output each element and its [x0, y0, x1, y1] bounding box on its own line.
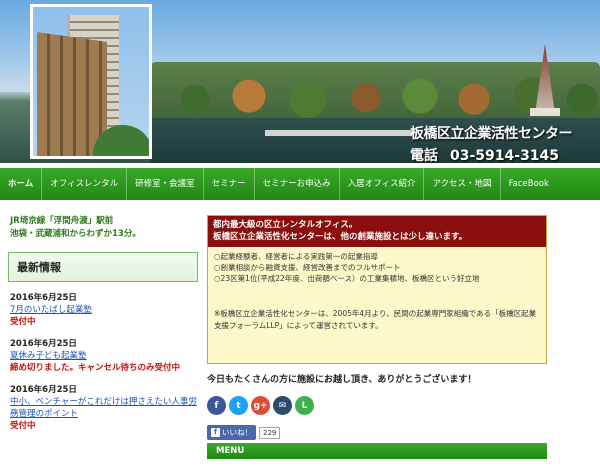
like-label: いいね！: [222, 428, 252, 437]
googleplus-share-icon[interactable]: g+: [251, 396, 270, 415]
notice-header-line: 都内最大級の区立レンタルオフィス。: [213, 220, 358, 230]
share-icons: f t g+ ✉ L: [207, 396, 547, 415]
notice-point: ○起業経験者、経営者による実践第一の起業指導: [214, 252, 378, 261]
banner-pier: [265, 130, 415, 136]
notice-point: ○23区第1位(平成22年度、出荷額ベース）の工業集積地、板橋区という好立地: [214, 274, 480, 283]
email-share-icon[interactable]: ✉: [273, 396, 292, 415]
banner-tower-base: [530, 108, 560, 116]
facebook-icon: f: [211, 428, 220, 437]
news-link[interactable]: 7月のいたばし起業塾: [10, 304, 198, 316]
twitter-share-icon[interactable]: t: [229, 396, 248, 415]
news-item: 2016年6月25日 夏休み子ども起業塾 締め切りました。キャンセル待ちのみ受付…: [8, 338, 198, 374]
nav-access-map[interactable]: アクセス・地図: [424, 168, 501, 200]
news-date: 2016年6月25日: [10, 293, 77, 303]
news-item: 2016年6月25日 中小、ベンチャーがこれだけは押さえたい人事労務管理のポイン…: [8, 384, 198, 432]
notice-note: ※板橋区立企業活性化センターは、2005年4月より、民間の起業専門家組織である「…: [214, 309, 537, 330]
line-share-icon[interactable]: L: [295, 396, 314, 415]
phone-label: 電話: [410, 148, 438, 163]
nav-seminar-apply[interactable]: セミナーお申込み: [255, 168, 340, 200]
news-link[interactable]: 中小、ベンチャーがこれだけは押さえたい人事労務管理のポイント: [10, 396, 198, 420]
notice-header: 都内最大級の区立レンタルオフィス。 板橋区立企業活性化センターは、他の創業施設と…: [208, 216, 546, 247]
nav-facebook[interactable]: FaceBook: [501, 168, 557, 200]
site-name: 板橋区立企業活性センター: [410, 126, 573, 142]
news-heading: 最新情報: [17, 261, 61, 274]
news-item: 2016年6月25日 7月のいたばし起業塾 受付中: [8, 292, 198, 328]
news-status: 受付中: [10, 317, 36, 327]
facebook-share-icon[interactable]: f: [207, 396, 226, 415]
nav-office-rental[interactable]: オフィスレンタル: [42, 168, 128, 200]
facebook-like: f いいね！ 229: [207, 425, 547, 440]
news-status: 締め切りました。キャンセル待ちのみ受付中: [10, 363, 181, 373]
phone-number: 03-5914-3145: [450, 148, 560, 163]
news-date: 2016年6月25日: [10, 339, 77, 349]
intro-notice-box: 都内最大級の区立レンタルオフィス。 板橋区立企業活性化センターは、他の創業施設と…: [207, 215, 547, 364]
building-photo: [30, 4, 152, 159]
nav-seminar[interactable]: セミナー: [204, 168, 255, 200]
access-line: JR埼京線「浮間舟渡」駅前: [10, 216, 114, 226]
notice-points: ○起業経験者、経営者による実践第一の起業指導 ○創業相談から融資支援、経営改善ま…: [208, 247, 546, 288]
main-content: 都内最大級の区立レンタルオフィス。 板橋区立企業活性化センターは、他の創業施設と…: [207, 215, 547, 459]
news-link[interactable]: 夏休み子ども起業塾: [10, 350, 198, 362]
main-nav: ホーム オフィスレンタル 研修室・会議室 セミナー セミナーお申込み 入居オフィ…: [0, 168, 600, 200]
nav-meeting-rooms[interactable]: 研修室・会議室: [127, 168, 204, 200]
news-heading-box: 最新情報: [8, 252, 198, 282]
access-line: 池袋・武蔵浦和からわずか13分。: [10, 229, 141, 239]
menu-heading: MENU: [207, 443, 547, 459]
phone-line: 電話 03-5914-3145: [410, 145, 572, 163]
thanks-message: 今日もたくさんの方に施設にお越し頂き、ありがとうございます！: [207, 375, 477, 385]
notice-point: ○創業相談から融資支援、経営改善までのフルサポート: [214, 263, 401, 272]
news-date: 2016年6月25日: [10, 385, 77, 395]
news-status: 受付中: [10, 421, 36, 431]
notice-header-line: 板橋区立企業活性化センターは、他の創業施設とは少し違います。: [213, 232, 468, 242]
nav-home[interactable]: ホーム: [0, 168, 43, 200]
nav-tenants[interactable]: 入居オフィス紹介: [340, 168, 425, 200]
like-button[interactable]: f いいね！: [207, 425, 256, 440]
header-title-block: 板橋区立企業活性センター 電話 03-5914-3145: [410, 123, 573, 163]
like-count: 229: [259, 426, 281, 439]
access-info: JR埼京線「浮間舟渡」駅前 池袋・武蔵浦和からわずか13分。: [8, 215, 198, 241]
sidebar: JR埼京線「浮間舟渡」駅前 池袋・武蔵浦和からわずか13分。 最新情報 2016…: [8, 215, 198, 432]
header-banner: 板橋区立企業活性センター 電話 03-5914-3145: [0, 0, 600, 163]
